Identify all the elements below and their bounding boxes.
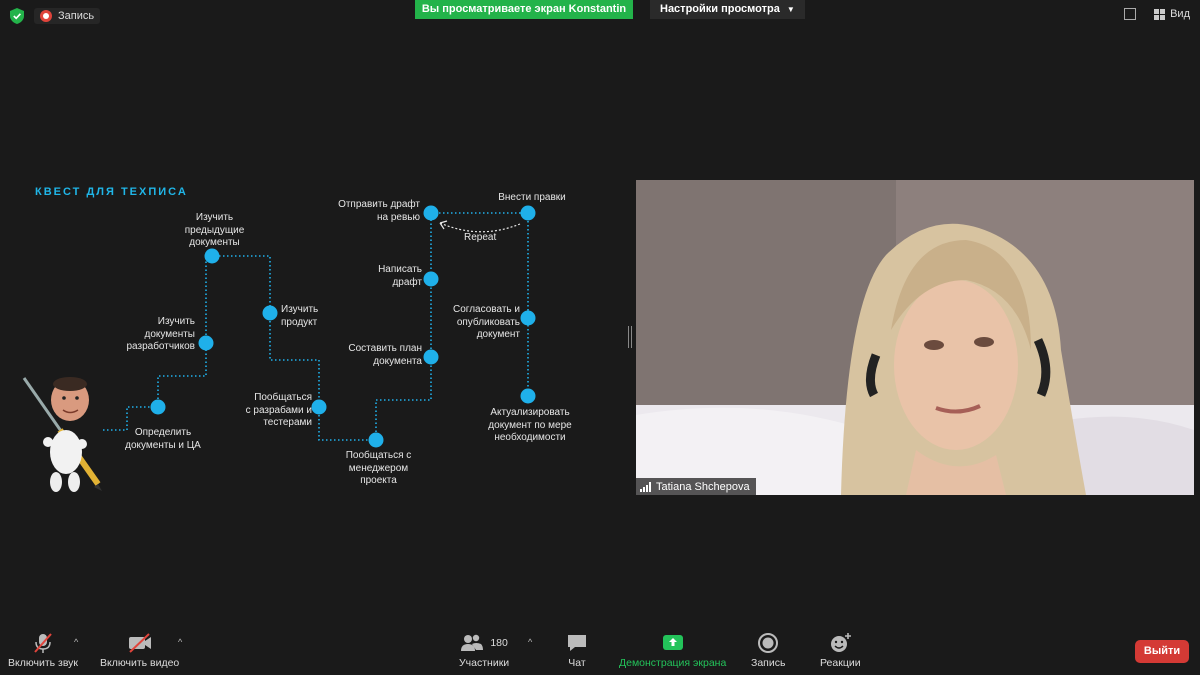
grid-view-icon [1154, 8, 1166, 20]
label-talk-devs-testers: Пообщаться с разрабами и тестерами [245, 392, 312, 428]
mic-muted-icon [34, 633, 52, 653]
connection-signal-icon [640, 481, 651, 492]
node-define-docs [150, 399, 166, 415]
reactions-icon [831, 633, 852, 652]
meeting-toolbar: Включить звук ^ Включить видео ^ 180 Уча… [0, 623, 1200, 675]
label-study-dev-docs: Изучить документы разработчиков [126, 316, 195, 352]
participants-button[interactable]: 180 Участники [459, 631, 509, 669]
view-options-label: Настройки просмотра [660, 3, 780, 15]
split-view-divider[interactable] [628, 326, 632, 348]
label-study-product: Изучить продукт [281, 304, 319, 328]
participant-name-tag: Tatiana Shchepova [636, 478, 756, 495]
node-study-dev-docs [198, 335, 214, 351]
label-make-edits: Внести правки [498, 192, 566, 203]
path-line [205, 255, 271, 343]
chat-icon [568, 635, 586, 651]
security-shield-icon[interactable] [10, 8, 24, 24]
unmute-label: Включить звук [8, 657, 79, 669]
label-study-prev-docs: Изучить предыдущие документы [184, 212, 245, 248]
meeting-status-bar: Запись [10, 8, 101, 24]
path-line [318, 407, 376, 441]
share-screen-label: Демонстрация экрана [619, 657, 727, 669]
chat-label: Чат [568, 657, 586, 669]
label-update-doc: Актуализировать документ по мере необход… [488, 407, 572, 443]
screen-share-banner: Вы просматриваете экран Konstantin [415, 0, 633, 19]
participants-caret-icon[interactable]: ^ [528, 637, 532, 647]
node-make-edits [520, 205, 536, 221]
repeat-arrow [439, 222, 521, 233]
start-video-button[interactable]: Включить видео [100, 631, 179, 669]
node-talk-devs [311, 399, 327, 415]
repeat-arrowhead [439, 220, 448, 230]
leave-meeting-button[interactable]: Выйти [1135, 640, 1189, 663]
node-make-plan [423, 349, 439, 365]
view-options-button[interactable]: Настройки просмотра ▼ [650, 0, 805, 19]
label-write-draft: Написать драфт [378, 264, 422, 288]
recording-indicator[interactable]: Запись [34, 8, 101, 24]
node-write-draft [423, 271, 439, 287]
video-off-icon [128, 633, 151, 653]
recording-label: Запись [58, 10, 95, 22]
cartoon-character-illustration [22, 377, 102, 492]
reactions-button[interactable]: Реакции [820, 631, 861, 669]
reactions-label: Реакции [820, 657, 861, 669]
path-line [375, 357, 432, 440]
participant-name: Tatiana Shchepova [656, 480, 750, 493]
unmute-button[interactable]: Включить звук [8, 631, 78, 669]
top-right-controls: Вид [1124, 8, 1190, 20]
record-button[interactable]: Запись [751, 631, 785, 669]
start-video-label: Включить видео [100, 657, 180, 669]
node-study-product [262, 305, 278, 321]
audio-options-caret-icon[interactable]: ^ [74, 637, 78, 647]
participants-label: Участники [459, 657, 510, 669]
participants-icon [461, 634, 484, 651]
participant-video-frame [636, 180, 1194, 495]
record-label: Запись [751, 657, 786, 669]
view-label: Вид [1170, 8, 1190, 20]
label-make-plan: Составить план документа [348, 343, 422, 367]
shared-screen-slide: КВЕСТ ДЛЯ ТЕХПИСА Определить документы и… [0, 30, 628, 620]
label-talk-pm: Пообщаться с менеджером проекта [345, 450, 412, 486]
share-screen-button[interactable]: Демонстрация экрана [619, 631, 726, 669]
chevron-down-icon: ▼ [786, 5, 795, 14]
view-button[interactable]: Вид [1154, 8, 1190, 20]
node-approve-publish [520, 310, 536, 326]
record-icon [758, 633, 779, 653]
fullscreen-icon[interactable] [1124, 8, 1137, 20]
participants-count: 180 [490, 637, 508, 649]
label-repeat: Repeat [464, 232, 497, 243]
node-study-prev-docs [204, 248, 220, 264]
node-send-review [423, 205, 439, 221]
label-send-review: Отправить драфт на ревью [338, 199, 420, 223]
label-approve-publish: Согласовать и опубликовать документ [453, 304, 520, 340]
participant-video-tile[interactable]: Tatiana Shchepova [636, 180, 1194, 495]
chat-button[interactable]: Чат [566, 631, 588, 669]
label-define-docs: Определить документы и ЦА [125, 427, 201, 451]
video-options-caret-icon[interactable]: ^ [178, 637, 182, 647]
share-screen-icon [662, 635, 683, 650]
recording-icon [40, 10, 52, 22]
node-update-doc [520, 388, 536, 404]
node-talk-pm [368, 432, 384, 448]
